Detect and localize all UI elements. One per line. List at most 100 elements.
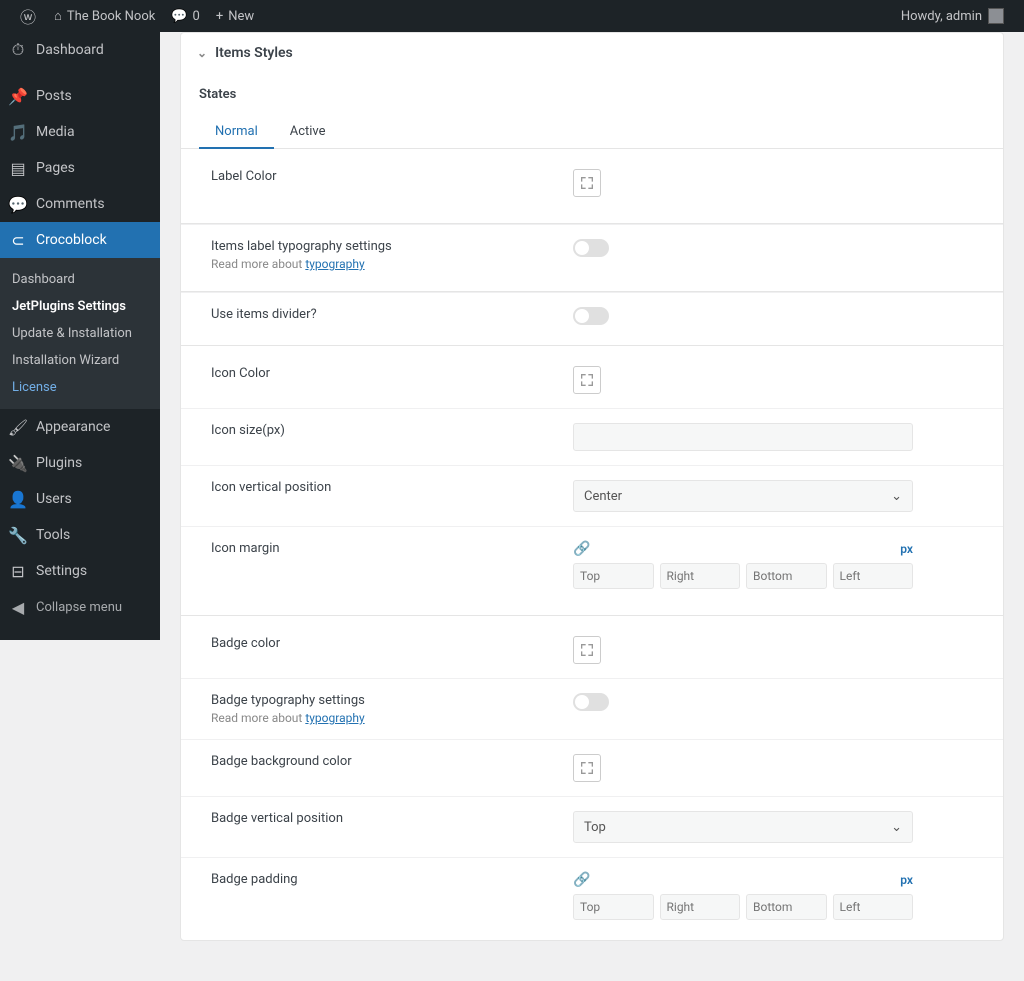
collapse-icon: ◀ (8, 597, 28, 617)
site-name: The Book Nook (67, 9, 155, 24)
label-color-picker[interactable] (573, 169, 601, 197)
menu-posts[interactable]: 📌Posts (0, 78, 160, 114)
collapse-menu[interactable]: ◀Collapse menu (0, 589, 160, 625)
margin-left-input[interactable] (833, 563, 914, 589)
unit-px[interactable]: px (900, 542, 913, 556)
admin-sidebar: ⏱Dashboard 📌Posts 🎵Media ▤Pages 💬Comment… (0, 32, 160, 640)
margin-right-input[interactable] (660, 563, 741, 589)
panel-header[interactable]: ⌄ Items Styles (181, 33, 1003, 73)
expand-icon (579, 760, 595, 776)
comments-count: 0 (193, 9, 200, 24)
comments-link[interactable]: 💬0 (163, 0, 208, 32)
submenu-jetplugins[interactable]: JetPlugins Settings (0, 293, 160, 320)
submenu-dashboard[interactable]: Dashboard (0, 266, 160, 293)
new-label: New (228, 9, 254, 24)
panel-title: Items Styles (215, 45, 293, 61)
field-badge-vpos: Badge vertical position Top⌄ (181, 796, 1003, 857)
badge-typography-link[interactable]: typography (305, 711, 364, 725)
field-badge-typo: Badge typography settings Read more abou… (181, 678, 1003, 739)
field-badge-padding: Badge padding 🔗px (181, 857, 1003, 934)
icon-size-input[interactable] (573, 423, 913, 451)
typography-toggle[interactable] (573, 239, 609, 257)
menu-tools[interactable]: 🔧Tools (0, 517, 160, 553)
media-icon: 🎵 (8, 122, 28, 142)
admin-topbar: ⓦ ⌂The Book Nook 💬0 +New Howdy, admin (0, 0, 1024, 32)
site-name-link[interactable]: ⌂ The Book Nook (46, 0, 163, 32)
states-label: States (181, 73, 1003, 102)
padding-top-input[interactable] (573, 894, 654, 920)
badge-color-picker[interactable] (573, 636, 601, 664)
plus-icon: + (216, 9, 223, 24)
crocoblock-icon: ⊂ (8, 230, 28, 250)
badge-padding-dims: 🔗 px (573, 872, 913, 920)
comment-icon: 💬 (171, 9, 187, 24)
expand-icon (579, 372, 595, 388)
margin-top-input[interactable] (573, 563, 654, 589)
crocoblock-submenu: Dashboard JetPlugins Settings Update & I… (0, 258, 160, 409)
chevron-down-icon: ⌄ (891, 820, 902, 835)
margin-bottom-input[interactable] (746, 563, 827, 589)
menu-plugins[interactable]: 🔌Plugins (0, 445, 160, 481)
padding-right-input[interactable] (660, 894, 741, 920)
submenu-license[interactable]: License (0, 374, 160, 401)
menu-pages[interactable]: ▤Pages (0, 150, 160, 186)
badge-vpos-select[interactable]: Top⌄ (573, 811, 913, 843)
menu-dashboard[interactable]: ⏱Dashboard (0, 32, 160, 68)
chevron-down-icon: ⌄ (891, 489, 902, 504)
expand-icon (579, 175, 595, 191)
menu-appearance[interactable]: 🖌Appearance (0, 409, 160, 445)
menu-media[interactable]: 🎵Media (0, 114, 160, 150)
expand-icon (579, 642, 595, 658)
wordpress-icon: ⓦ (18, 6, 38, 26)
wp-logo[interactable]: ⓦ (10, 0, 46, 32)
new-link[interactable]: + New (208, 0, 262, 32)
howdy-text: Howdy, admin (901, 9, 982, 24)
dashboard-icon: ⏱ (8, 40, 28, 60)
icon-vpos-select[interactable]: Center⌄ (573, 480, 913, 512)
link-icon[interactable]: 🔗 (573, 872, 590, 888)
home-icon: ⌂ (54, 8, 62, 24)
icon-margin-dims: 🔗 px (573, 541, 913, 589)
field-badge-color: Badge color (181, 622, 1003, 678)
menu-comments[interactable]: 💬Comments (0, 186, 160, 222)
field-use-divider: Use items divider? (181, 292, 1003, 339)
menu-crocoblock[interactable]: ⊂Crocoblock (0, 222, 160, 258)
items-styles-panel: ⌄ Items Styles States Normal Active Labe… (180, 32, 1004, 941)
link-icon[interactable]: 🔗 (573, 541, 590, 557)
topbar-right[interactable]: Howdy, admin (901, 8, 1014, 24)
badge-bg-picker[interactable] (573, 754, 601, 782)
field-badge-bg: Badge background color (181, 739, 1003, 796)
padding-left-input[interactable] (833, 894, 914, 920)
main-content: ⌄ Items Styles States Normal Active Labe… (160, 32, 1024, 981)
menu-settings[interactable]: ⊟Settings (0, 553, 160, 589)
tab-active[interactable]: Active (274, 116, 342, 148)
plug-icon: 🔌 (8, 453, 28, 473)
comment-icon: 💬 (8, 194, 28, 214)
chevron-down-icon: ⌄ (197, 46, 207, 60)
pin-icon: 📌 (8, 86, 28, 106)
field-label-color: Label Color (181, 155, 1003, 211)
menu-users[interactable]: 👤Users (0, 481, 160, 517)
submenu-wizard[interactable]: Installation Wizard (0, 347, 160, 374)
padding-bottom-input[interactable] (746, 894, 827, 920)
field-typography: Items label typography settings Read mor… (181, 224, 1003, 285)
brush-icon: 🖌 (8, 417, 28, 437)
divider-toggle[interactable] (573, 307, 609, 325)
wrench-icon: 🔧 (8, 525, 28, 545)
field-icon-color: Icon Color (181, 352, 1003, 408)
tab-normal[interactable]: Normal (199, 116, 274, 149)
avatar (988, 8, 1004, 24)
submenu-update[interactable]: Update & Installation (0, 320, 160, 347)
unit-px[interactable]: px (900, 873, 913, 887)
field-icon-margin: Icon margin 🔗px (181, 526, 1003, 603)
state-tabs: Normal Active (181, 102, 1003, 149)
user-icon: 👤 (8, 489, 28, 509)
field-icon-size: Icon size(px) (181, 408, 1003, 465)
field-icon-vpos: Icon vertical position Center⌄ (181, 465, 1003, 526)
icon-color-picker[interactable] (573, 366, 601, 394)
typography-link[interactable]: typography (305, 257, 364, 271)
sliders-icon: ⊟ (8, 561, 28, 581)
badge-typo-toggle[interactable] (573, 693, 609, 711)
topbar-left: ⓦ ⌂The Book Nook 💬0 +New (10, 0, 262, 32)
page-icon: ▤ (8, 158, 28, 178)
